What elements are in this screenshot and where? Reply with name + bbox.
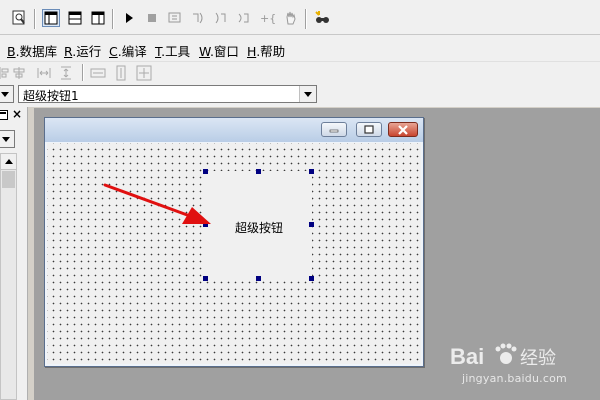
watermark-brand: Bai [450,344,484,369]
baidu-watermark-logo: Bai 经验 [448,340,578,375]
watermark-brand-2: 经验 [520,348,556,369]
watermark-url: jingyan.baidu.com [462,372,567,385]
paw-icon [495,343,517,364]
